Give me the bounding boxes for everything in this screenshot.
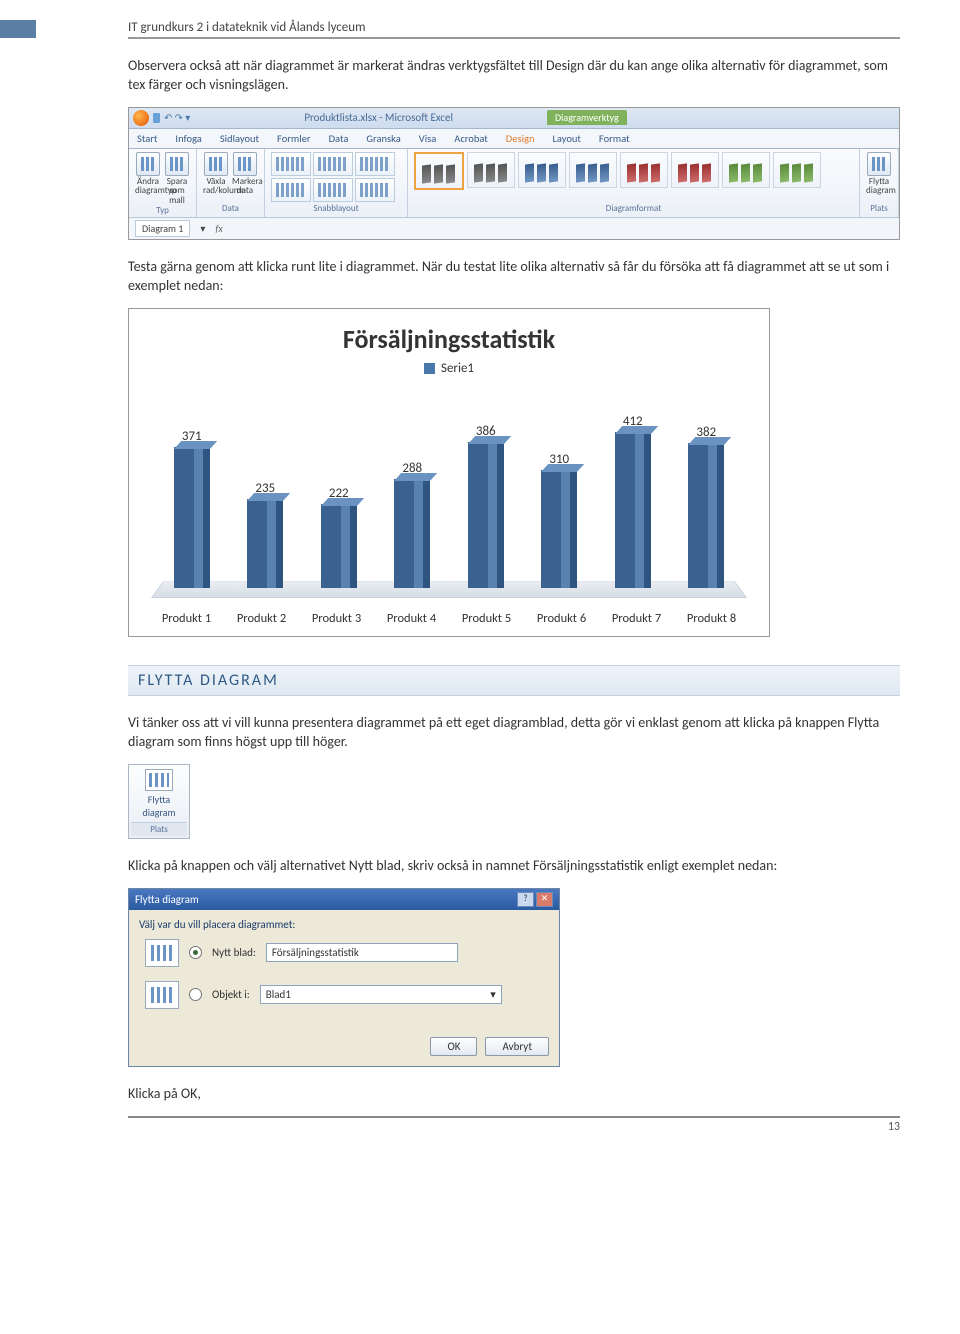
save-template-button[interactable]: Spara som mall bbox=[164, 152, 190, 205]
tab-start[interactable]: Start bbox=[137, 132, 157, 145]
category-label: Produkt 3 bbox=[309, 612, 365, 626]
header-accent bbox=[0, 20, 36, 38]
bar-col: 288 bbox=[394, 461, 430, 588]
name-box[interactable]: Diagram 1 bbox=[135, 220, 190, 237]
bar-pillar bbox=[247, 499, 283, 588]
page-header: IT grundkurs 2 i datateknik vid Ålands l… bbox=[128, 20, 900, 39]
select-data-button[interactable]: Markera data bbox=[232, 152, 258, 196]
chart-example: Försäljningsstatistik Serie1 371 235 222 28… bbox=[128, 308, 770, 637]
bar-col: 412 bbox=[615, 414, 651, 588]
legend-swatch-icon bbox=[424, 363, 435, 374]
paragraph-1: Observera också att när diagrammet är ma… bbox=[128, 57, 900, 95]
quick-layouts[interactable] bbox=[271, 152, 401, 202]
ribbon-tabs: Start Infoga Sidlayout Formler Data Gran… bbox=[129, 129, 899, 149]
dialog-prompt: Välj var du vill placera diagrammet: bbox=[139, 918, 549, 931]
dialog-title: Flytta diagram bbox=[135, 893, 199, 906]
group-plats: Plats bbox=[866, 203, 892, 214]
bar-col: 371 bbox=[174, 429, 210, 587]
bar-pillar bbox=[615, 432, 651, 588]
paragraph-2: Testa gärna genom att klicka runt lite i… bbox=[128, 258, 900, 296]
window-title: Produktlista.xlsx - Microsoft Excel bbox=[304, 111, 453, 124]
fx-icon[interactable]: fx bbox=[215, 222, 222, 235]
switch-row-col-button[interactable]: Växla rad/kolumn bbox=[203, 152, 229, 196]
tab-sidlayout[interactable]: Sidlayout bbox=[220, 132, 259, 145]
bar-pillar bbox=[174, 447, 210, 587]
chart-title: Försäljningsstatistik bbox=[149, 323, 749, 355]
chart-styles[interactable] bbox=[414, 152, 853, 190]
category-label: Produkt 1 bbox=[159, 612, 215, 626]
qat-save-icon[interactable] bbox=[153, 113, 160, 123]
tab-formler[interactable]: Formler bbox=[277, 132, 311, 145]
paragraph-3: Vi tänker oss att vi vill kunna presente… bbox=[128, 714, 900, 752]
new-sheet-thumb-icon bbox=[145, 939, 179, 967]
radio-new-sheet[interactable] bbox=[189, 946, 202, 959]
bar-col: 310 bbox=[541, 452, 577, 587]
change-chart-type-button[interactable]: Ändra diagramtyp bbox=[135, 152, 161, 196]
excel-ribbon: ↶ ↷ ▾ Produktlista.xlsx - Microsoft Exce… bbox=[128, 107, 900, 240]
tab-layout[interactable]: Layout bbox=[552, 132, 580, 145]
tab-design[interactable]: Design bbox=[506, 132, 535, 145]
new-sheet-name-input[interactable]: Försäljningsstatistik bbox=[266, 943, 458, 962]
dropdown-icon[interactable]: ▾ bbox=[200, 222, 205, 235]
section-heading-flytta: FLYTTA DIAGRAM bbox=[128, 665, 900, 696]
tab-data[interactable]: Data bbox=[329, 132, 349, 145]
context-tab: Diagramverktyg bbox=[547, 110, 627, 125]
label-new-sheet: Nytt blad: bbox=[212, 946, 256, 959]
tab-acrobat[interactable]: Acrobat bbox=[454, 132, 488, 145]
group-typ: Typ bbox=[135, 205, 190, 216]
object-in-select[interactable]: Blad1▾ bbox=[260, 985, 502, 1004]
ok-button[interactable]: OK bbox=[430, 1037, 477, 1056]
office-button-icon[interactable] bbox=[133, 110, 149, 126]
paragraph-4: Klicka på knappen och välj alternativet … bbox=[128, 857, 900, 876]
chart-icon bbox=[145, 769, 173, 791]
bar-col: 235 bbox=[247, 481, 283, 588]
tab-infoga[interactable]: Infoga bbox=[175, 132, 201, 145]
object-in-thumb-icon bbox=[145, 981, 179, 1009]
category-label: Produkt 8 bbox=[684, 612, 740, 626]
tab-visa[interactable]: Visa bbox=[419, 132, 437, 145]
group-data: Data bbox=[203, 203, 258, 214]
category-label: Produkt 2 bbox=[234, 612, 290, 626]
group-snabblayout: Snabblayout bbox=[271, 203, 401, 214]
help-icon[interactable]: ? bbox=[517, 892, 534, 907]
label-object-in: Objekt i: bbox=[212, 988, 250, 1001]
radio-object-in[interactable] bbox=[189, 988, 202, 1001]
bar-pillar bbox=[541, 470, 577, 587]
flytta-diagram-button[interactable]: Flytta diagram Plats bbox=[128, 764, 190, 839]
bar-pillar bbox=[468, 442, 504, 588]
category-label: Produkt 4 bbox=[384, 612, 440, 626]
bar-col: 382 bbox=[688, 425, 724, 587]
close-icon[interactable]: ✕ bbox=[536, 892, 553, 907]
move-chart-button[interactable]: Flytta diagram bbox=[866, 152, 892, 196]
paragraph-5: Klicka på OK, bbox=[128, 1085, 900, 1104]
bar-col: 222 bbox=[321, 486, 357, 588]
bar-pillar bbox=[394, 479, 430, 588]
tab-format[interactable]: Format bbox=[599, 132, 630, 145]
category-label: Produkt 5 bbox=[459, 612, 515, 626]
bar-pillar bbox=[688, 443, 724, 587]
cancel-button[interactable]: Avbryt bbox=[485, 1037, 549, 1056]
category-label: Produkt 7 bbox=[609, 612, 665, 626]
tab-granska[interactable]: Granska bbox=[366, 132, 400, 145]
bar-col: 386 bbox=[468, 424, 504, 588]
chart-legend: Serie1 bbox=[149, 361, 749, 376]
group-diagramformat: Diagramformat bbox=[414, 203, 853, 214]
chevron-down-icon: ▾ bbox=[490, 988, 496, 1001]
move-chart-dialog: Flytta diagram ? ✕ Välj var du vill plac… bbox=[128, 888, 560, 1067]
category-label: Produkt 6 bbox=[534, 612, 590, 626]
page-number: 13 bbox=[888, 1120, 900, 1134]
bar-pillar bbox=[321, 504, 357, 588]
group-plats-label: Plats bbox=[131, 822, 187, 836]
